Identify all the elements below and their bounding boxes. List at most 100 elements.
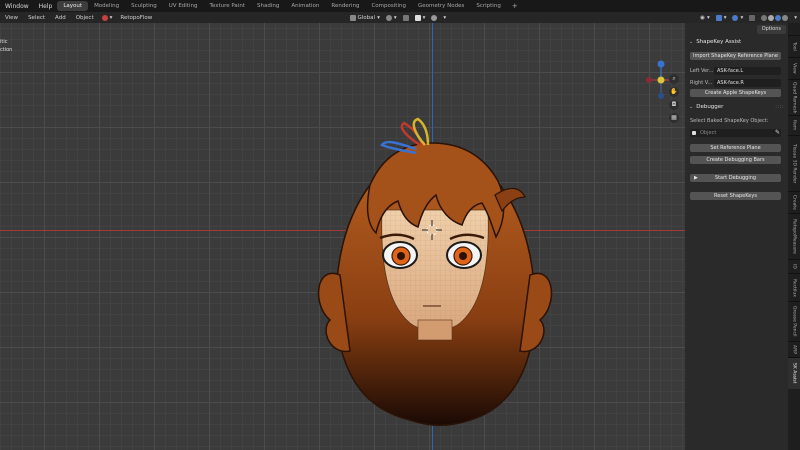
solid-shading-icon[interactable] <box>768 14 775 21</box>
visibility-dropdown[interactable]: ◉ ▾ <box>697 15 713 21</box>
tab-sk-assist[interactable]: SK Assist <box>788 357 800 389</box>
eyedropper-icon[interactable]: ✎ <box>774 129 781 137</box>
menu-select[interactable]: Select <box>23 15 50 21</box>
rendered-shading-icon[interactable] <box>782 14 789 21</box>
viewport-header: View Select Add Object ▾ RetopoFlow Glob… <box>0 12 800 23</box>
proportional-edit-toggle[interactable] <box>428 14 440 21</box>
wireframe-shading-icon[interactable] <box>761 14 768 21</box>
tab-retopomeasure[interactable]: RetopoMeasure <box>788 213 800 259</box>
orientation-icon <box>349 14 356 21</box>
set-reference-plane-button[interactable]: Set Reference Plane <box>690 144 781 152</box>
tab-view[interactable]: View <box>788 57 800 79</box>
menu-help[interactable]: Help <box>34 3 58 10</box>
snap-toggle[interactable] <box>400 14 412 21</box>
tab-rendering[interactable]: Rendering <box>325 1 365 11</box>
retopo-icon <box>101 14 108 21</box>
proportional-icon <box>431 14 438 21</box>
tab-texture-paint[interactable]: Texture Paint <box>203 1 251 11</box>
create-debugging-bars-button[interactable]: Create Debugging Bars <box>690 156 781 164</box>
create-apple-shapekeys-button[interactable]: Create Apple ShapeKeys <box>690 89 781 97</box>
pivot-icon <box>385 14 392 21</box>
zoom-icon[interactable]: ⌕ <box>669 74 679 84</box>
tab-id[interactable]: ID <box>788 259 800 273</box>
tab-label: ARP <box>791 345 797 354</box>
object-selector[interactable]: Object <box>690 129 781 137</box>
tab-label: Grease Pencil <box>791 306 797 337</box>
menu-add[interactable]: Add <box>50 15 71 21</box>
object-placeholder: Object <box>700 130 717 136</box>
tab-tissue-3d-render[interactable]: Tissue 3D Render <box>788 135 800 191</box>
tab-arp[interactable]: ARP <box>788 341 800 357</box>
proportional-falloff-dropdown[interactable]: ▾ <box>440 15 449 21</box>
start-debugging-button[interactable]: ▶ Start Debugging <box>690 174 781 182</box>
object-icon <box>692 131 696 135</box>
pivot-dropdown[interactable]: ▾ <box>383 14 400 21</box>
panel-title: ShapeKey Assist <box>696 39 742 45</box>
character-head-model[interactable] <box>310 115 560 435</box>
viewport-overlay-text-1: itic <box>0 39 8 45</box>
eye-icon: ◉ <box>700 14 705 21</box>
hand-pan-icon[interactable]: ✋ <box>669 87 679 97</box>
overlay-icon <box>732 14 739 21</box>
tab-sculpting[interactable]: Sculpting <box>125 1 163 11</box>
material-shading-icon[interactable] <box>775 14 782 21</box>
tab-item[interactable]: Item <box>788 115 800 135</box>
tab-label: Tool <box>791 42 797 51</box>
left-vertex-label: Left Ver... <box>690 68 714 74</box>
orientation-label: Global <box>357 14 376 21</box>
3d-viewport[interactable]: itic ction ⌕ ✋ ◘ ▦ <box>0 23 685 450</box>
tab-geometry-nodes[interactable]: Geometry Nodes <box>412 1 470 11</box>
viewport-overlay-text-2: ction <box>0 47 13 53</box>
expand-arrow-icon: ⌄ <box>689 104 694 110</box>
transform-orientation-dropdown[interactable]: Global ▾ <box>347 14 383 21</box>
xray-icon <box>749 14 756 21</box>
shading-modes[interactable] <box>758 14 791 21</box>
snap-icon <box>402 14 409 21</box>
shading-options-dropdown[interactable]: ▾ <box>791 15 800 21</box>
menu-window[interactable]: Window <box>0 3 34 10</box>
retopo-icon-dropdown[interactable]: ▾ <box>99 14 116 21</box>
debugger-header[interactable]: ⌄ Debugger <box>689 104 723 110</box>
menu-object[interactable]: Object <box>71 15 99 21</box>
xray-toggle[interactable] <box>746 14 758 21</box>
sidebar-tabs: Tool View Quad Remesh Item Tissue 3D Ren… <box>788 23 800 450</box>
snap-target-dropdown[interactable]: ▾ <box>412 14 429 21</box>
overlay-toggle[interactable]: ▾ <box>729 14 746 21</box>
tab-quad-remesh[interactable]: Quad Remesh <box>788 79 800 115</box>
tab-label: Rectilux <box>791 278 797 297</box>
tab-modeling[interactable]: Modeling <box>88 1 125 11</box>
right-vertex-label: Right V... <box>690 80 713 86</box>
drag-handle-icon[interactable]: :::: <box>775 104 784 110</box>
tab-uv-editing[interactable]: UV Editing <box>163 1 204 11</box>
tab-shading[interactable]: Shading <box>251 1 285 11</box>
grid-view-icon[interactable]: ▦ <box>669 113 679 123</box>
tab-label: Create <box>791 195 797 210</box>
tab-compositing[interactable]: Compositing <box>365 1 411 11</box>
options-dropdown[interactable]: Options <box>756 25 786 34</box>
shapekey-assist-header[interactable]: ⌄ ShapeKey Assist <box>689 39 741 45</box>
camera-icon[interactable]: ◘ <box>669 100 679 110</box>
top-bar: Window Help Layout Modeling Sculpting UV… <box>0 0 800 12</box>
reset-shapekeys-button[interactable]: Reset ShapeKeys <box>690 192 781 200</box>
tab-animation[interactable]: Animation <box>285 1 325 11</box>
tab-label: Quad Remesh <box>791 81 797 114</box>
tab-scripting[interactable]: Scripting <box>470 1 506 11</box>
menu-view[interactable]: View <box>0 15 23 21</box>
menu-retopoflow[interactable]: RetopoFlow <box>115 15 157 21</box>
tab-layout[interactable]: Layout <box>57 1 89 11</box>
add-workspace-button[interactable]: + <box>507 2 523 10</box>
panel-title: Debugger <box>696 104 724 110</box>
expand-arrow-icon: ⌄ <box>689 39 694 45</box>
import-reference-plane-button[interactable]: Import ShapeKey Reference Plane <box>690 52 781 60</box>
play-icon: ▶ <box>694 175 698 181</box>
gizmo-toggle[interactable]: ▾ <box>713 14 730 21</box>
tab-rectilux[interactable]: Rectilux <box>788 273 800 301</box>
tab-label: RetopoMeasure <box>791 219 797 254</box>
left-vertex-field[interactable]: ASK-face.L <box>714 67 781 75</box>
right-vertex-field[interactable]: ASK-face.R <box>714 79 781 87</box>
tab-tool[interactable]: Tool <box>788 35 800 57</box>
tab-grease-pencil[interactable]: Grease Pencil <box>788 301 800 341</box>
tab-create[interactable]: Create <box>788 191 800 213</box>
start-debugging-label: Start Debugging <box>714 175 757 181</box>
select-object-label: Select Baked ShapeKey Object: <box>690 118 769 124</box>
